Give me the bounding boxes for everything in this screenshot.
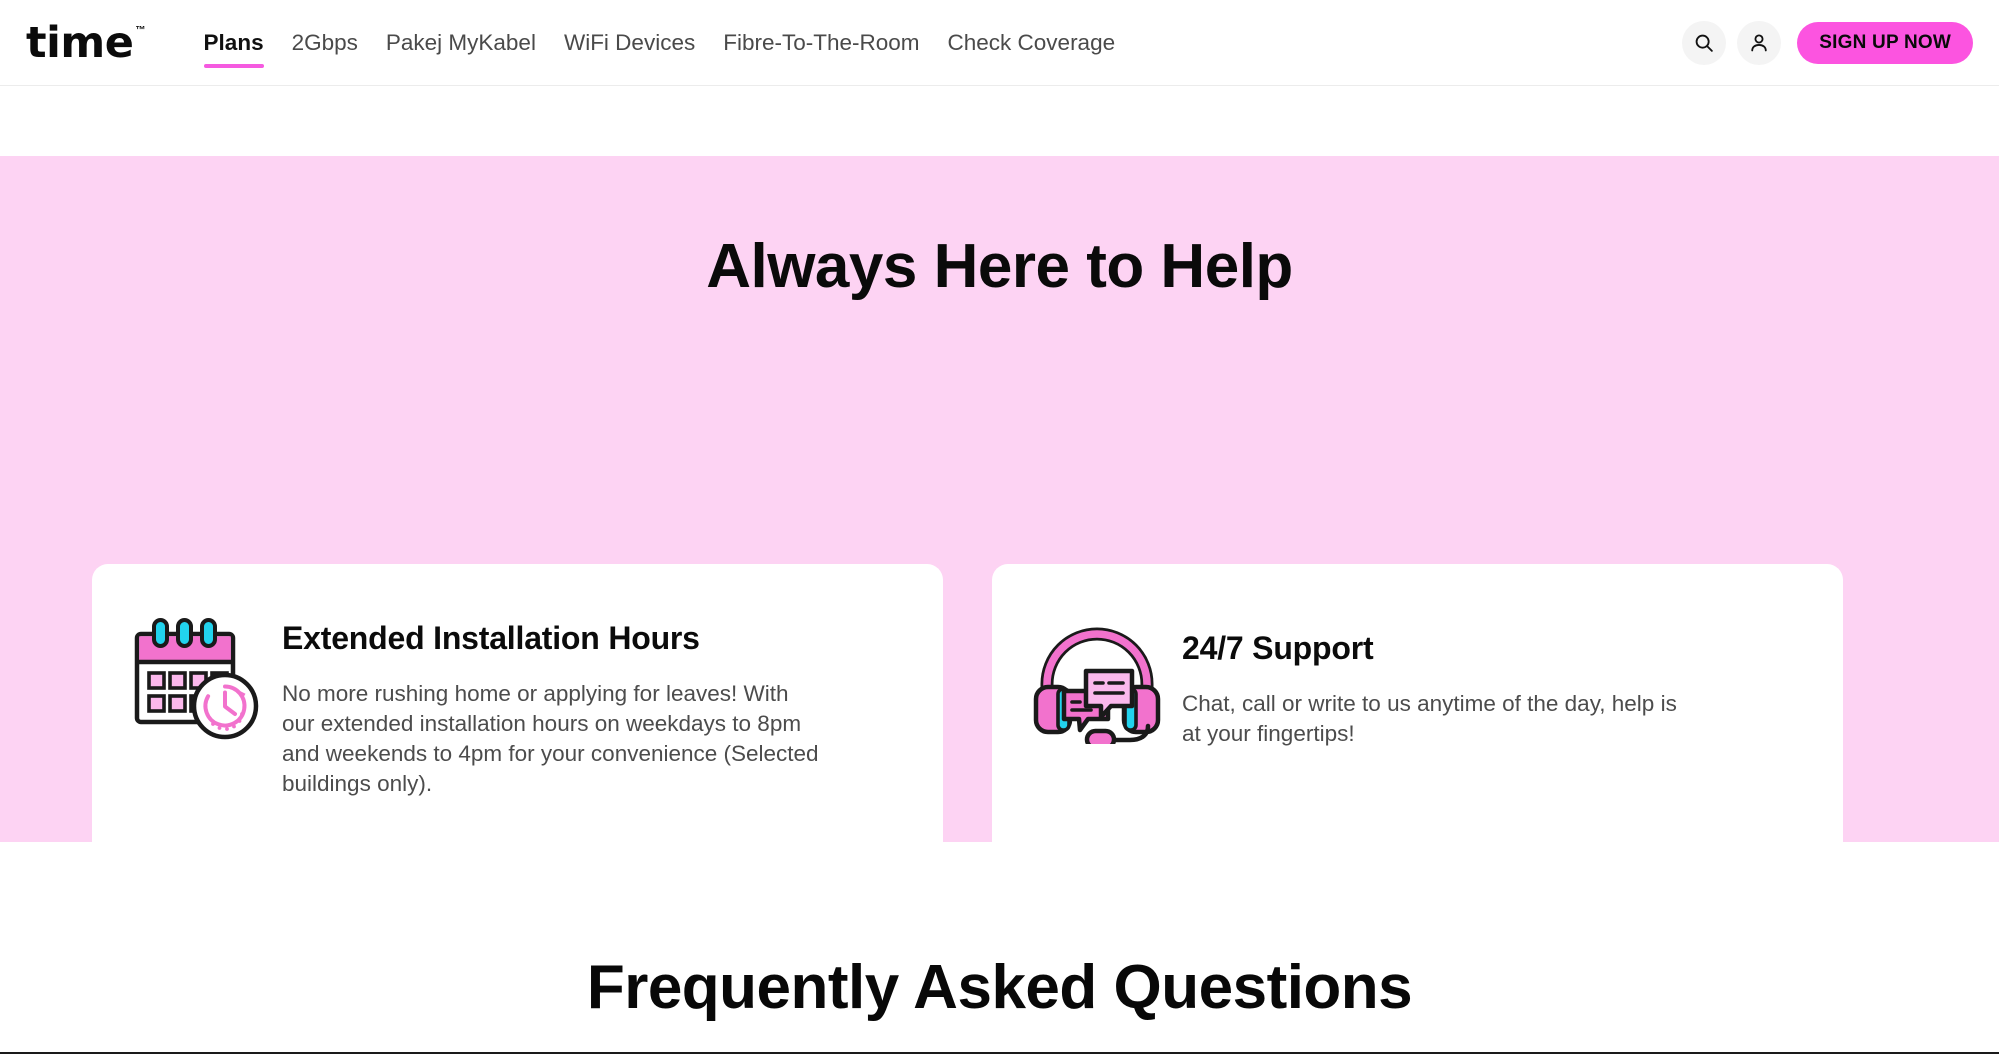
faq-title: Frequently Asked Questions	[586, 953, 1413, 1022]
nav-item-pakej-mykabel[interactable]: Pakej MyKabel	[372, 0, 550, 86]
card-extended-installation-hours[interactable]: Extended Installation Hours No more rush…	[92, 564, 943, 898]
card-description: Chat, call or write to us anytime of the…	[1182, 690, 1677, 746]
calendar-clock-icon	[134, 618, 259, 740]
card-icon-wrapper	[1022, 592, 1172, 870]
card-title: Extended Installation Hours	[282, 620, 700, 656]
nav-label: Plans	[203, 29, 264, 55]
search-button[interactable]	[1682, 20, 1727, 65]
search-icon	[1695, 34, 1714, 52]
card-24-7-support[interactable]: 24/7 Support Chat, call or write to us a…	[992, 564, 1843, 898]
nav-item-2gbps[interactable]: 2Gbps	[278, 0, 372, 86]
account-button[interactable]	[1737, 20, 1782, 65]
nav-item-plans[interactable]: Plans	[190, 0, 278, 86]
site-header: time ™ Plans 2Gbps Pakej MyKabel WiFi De…	[0, 0, 1999, 86]
card-title: 24/7 Support	[1182, 630, 1374, 666]
header-actions: SIGN UP NOW	[1682, 20, 1973, 65]
card-description: No more rushing home or applying for lea…	[282, 680, 819, 796]
nav-item-check-coverage[interactable]: Check Coverage	[934, 0, 1130, 86]
nav-label: 2Gbps	[291, 29, 358, 55]
nav-item-fibre-to-the-room[interactable]: Fibre-To-The-Room	[709, 0, 933, 86]
nav-label: Fibre-To-The-Room	[723, 29, 920, 55]
nav-label: Pakej MyKabel	[385, 29, 536, 55]
nav-label: WiFi Devices	[563, 29, 696, 55]
trademark-symbol: ™	[135, 24, 146, 36]
always-here-to-help-section: Always Here to Help Extended Installatio…	[0, 156, 1999, 898]
section-title: Always Here to Help	[706, 232, 1293, 301]
person-icon	[1751, 33, 1767, 51]
card-text-wrapper: 24/7 Support Chat, call or write to us a…	[1182, 592, 1813, 870]
bottom-divider	[0, 1052, 1999, 1054]
headset-chat-icon	[1033, 627, 1161, 744]
card-icon-wrapper	[122, 592, 272, 870]
help-cards-row: Extended Installation Hours No more rush…	[92, 564, 1843, 898]
main-navigation: Plans 2Gbps Pakej MyKabel WiFi Devices F…	[190, 0, 1130, 86]
nav-item-wifi-devices[interactable]: WiFi Devices	[550, 0, 709, 86]
sign-up-now-button[interactable]: SIGN UP NOW	[1797, 21, 1973, 64]
brand-logo[interactable]: time ™	[26, 0, 146, 86]
logo-wordmark: time	[26, 17, 134, 68]
card-text-wrapper: Extended Installation Hours No more rush…	[282, 592, 913, 870]
nav-label: Check Coverage	[947, 29, 1116, 55]
